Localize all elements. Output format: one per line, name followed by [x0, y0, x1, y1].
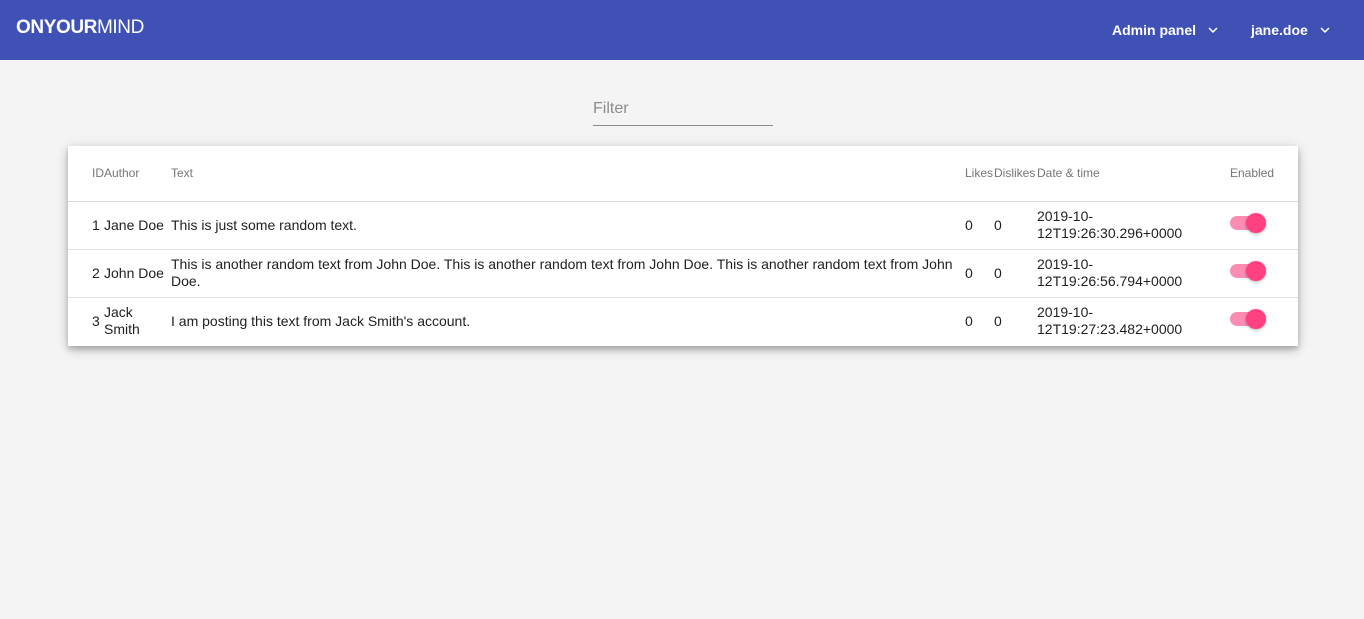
logo-part-mind: MIND [97, 17, 144, 38]
cell-dislikes: 0 [994, 264, 1002, 281]
logo-part-on: ON [16, 17, 44, 38]
cell-author: Jack Smith [104, 304, 140, 338]
cell-likes: 0 [965, 312, 973, 329]
user-menu[interactable]: jane.doe [1251, 18, 1334, 42]
cell-author: John Doe [104, 264, 164, 281]
toggle-thumb [1246, 261, 1266, 281]
header-text[interactable]: Text [171, 146, 965, 201]
top-toolbar: ONYOURMIND Admin panel jane.doe [0, 0, 1364, 60]
cell-likes: 0 [965, 216, 973, 233]
app-logo[interactable]: ONYOURMIND [16, 17, 144, 39]
admin-panel-menu[interactable]: Admin panel [1112, 18, 1222, 42]
cell-enabled [1230, 297, 1298, 345]
chevron-down-icon [1208, 27, 1218, 33]
cell-date: 2019-10-12T19:26:30.296+0000 [1037, 208, 1183, 241]
cell-enabled [1230, 201, 1298, 249]
cell-dislikes: 0 [994, 312, 1002, 329]
cell-likes: 0 [965, 264, 973, 281]
cell-date: 2019-10-12T19:26:56.794+0000 [1037, 256, 1183, 289]
table-row: 1 Jane Doe This is just some random text… [68, 201, 1298, 249]
table-header-row: ID Author Text Likes Dislikes Date & tim… [68, 146, 1298, 201]
cell-dislikes: 0 [994, 216, 1002, 233]
logo-part-your: YOUR [43, 17, 98, 38]
cell-id: 3 [92, 312, 100, 329]
posts-table-card: ID Author Text Likes Dislikes Date & tim… [68, 146, 1298, 346]
header-author[interactable]: Author [104, 146, 171, 201]
enabled-toggle[interactable] [1230, 213, 1266, 233]
cell-text: This is just some random text. [171, 216, 357, 233]
cell-text: I am posting this text from Jack Smith's… [171, 312, 471, 329]
header-id[interactable]: ID [68, 146, 104, 201]
header-date[interactable]: Date & time [1037, 146, 1230, 201]
toggle-thumb [1246, 309, 1266, 330]
admin-panel-label: Admin panel [1112, 22, 1197, 38]
enabled-toggle[interactable] [1230, 309, 1266, 330]
header-dislikes[interactable]: Dislikes [994, 146, 1037, 201]
cell-enabled [1230, 249, 1298, 297]
cell-id: 1 [92, 216, 100, 233]
filter-input[interactable] [593, 95, 773, 123]
enabled-toggle[interactable] [1230, 261, 1266, 281]
cell-text: This is another random text from John Do… [171, 256, 953, 289]
filter-field [593, 95, 773, 126]
posts-table: ID Author Text Likes Dislikes Date & tim… [68, 146, 1298, 345]
table-row: 2 John Doe This is another random text f… [68, 249, 1298, 297]
table-row: 3 Jack Smith I am posting this text from… [68, 297, 1298, 345]
cell-date: 2019-10-12T19:27:23.482+0000 [1037, 304, 1183, 338]
header-likes[interactable]: Likes [965, 146, 994, 201]
toggle-thumb [1246, 213, 1266, 233]
cell-author: Jane Doe [104, 216, 164, 233]
chevron-down-icon [1320, 27, 1330, 33]
cell-id: 2 [92, 264, 100, 281]
user-menu-label: jane.doe [1251, 22, 1308, 38]
header-enabled[interactable]: Enabled [1230, 146, 1298, 201]
